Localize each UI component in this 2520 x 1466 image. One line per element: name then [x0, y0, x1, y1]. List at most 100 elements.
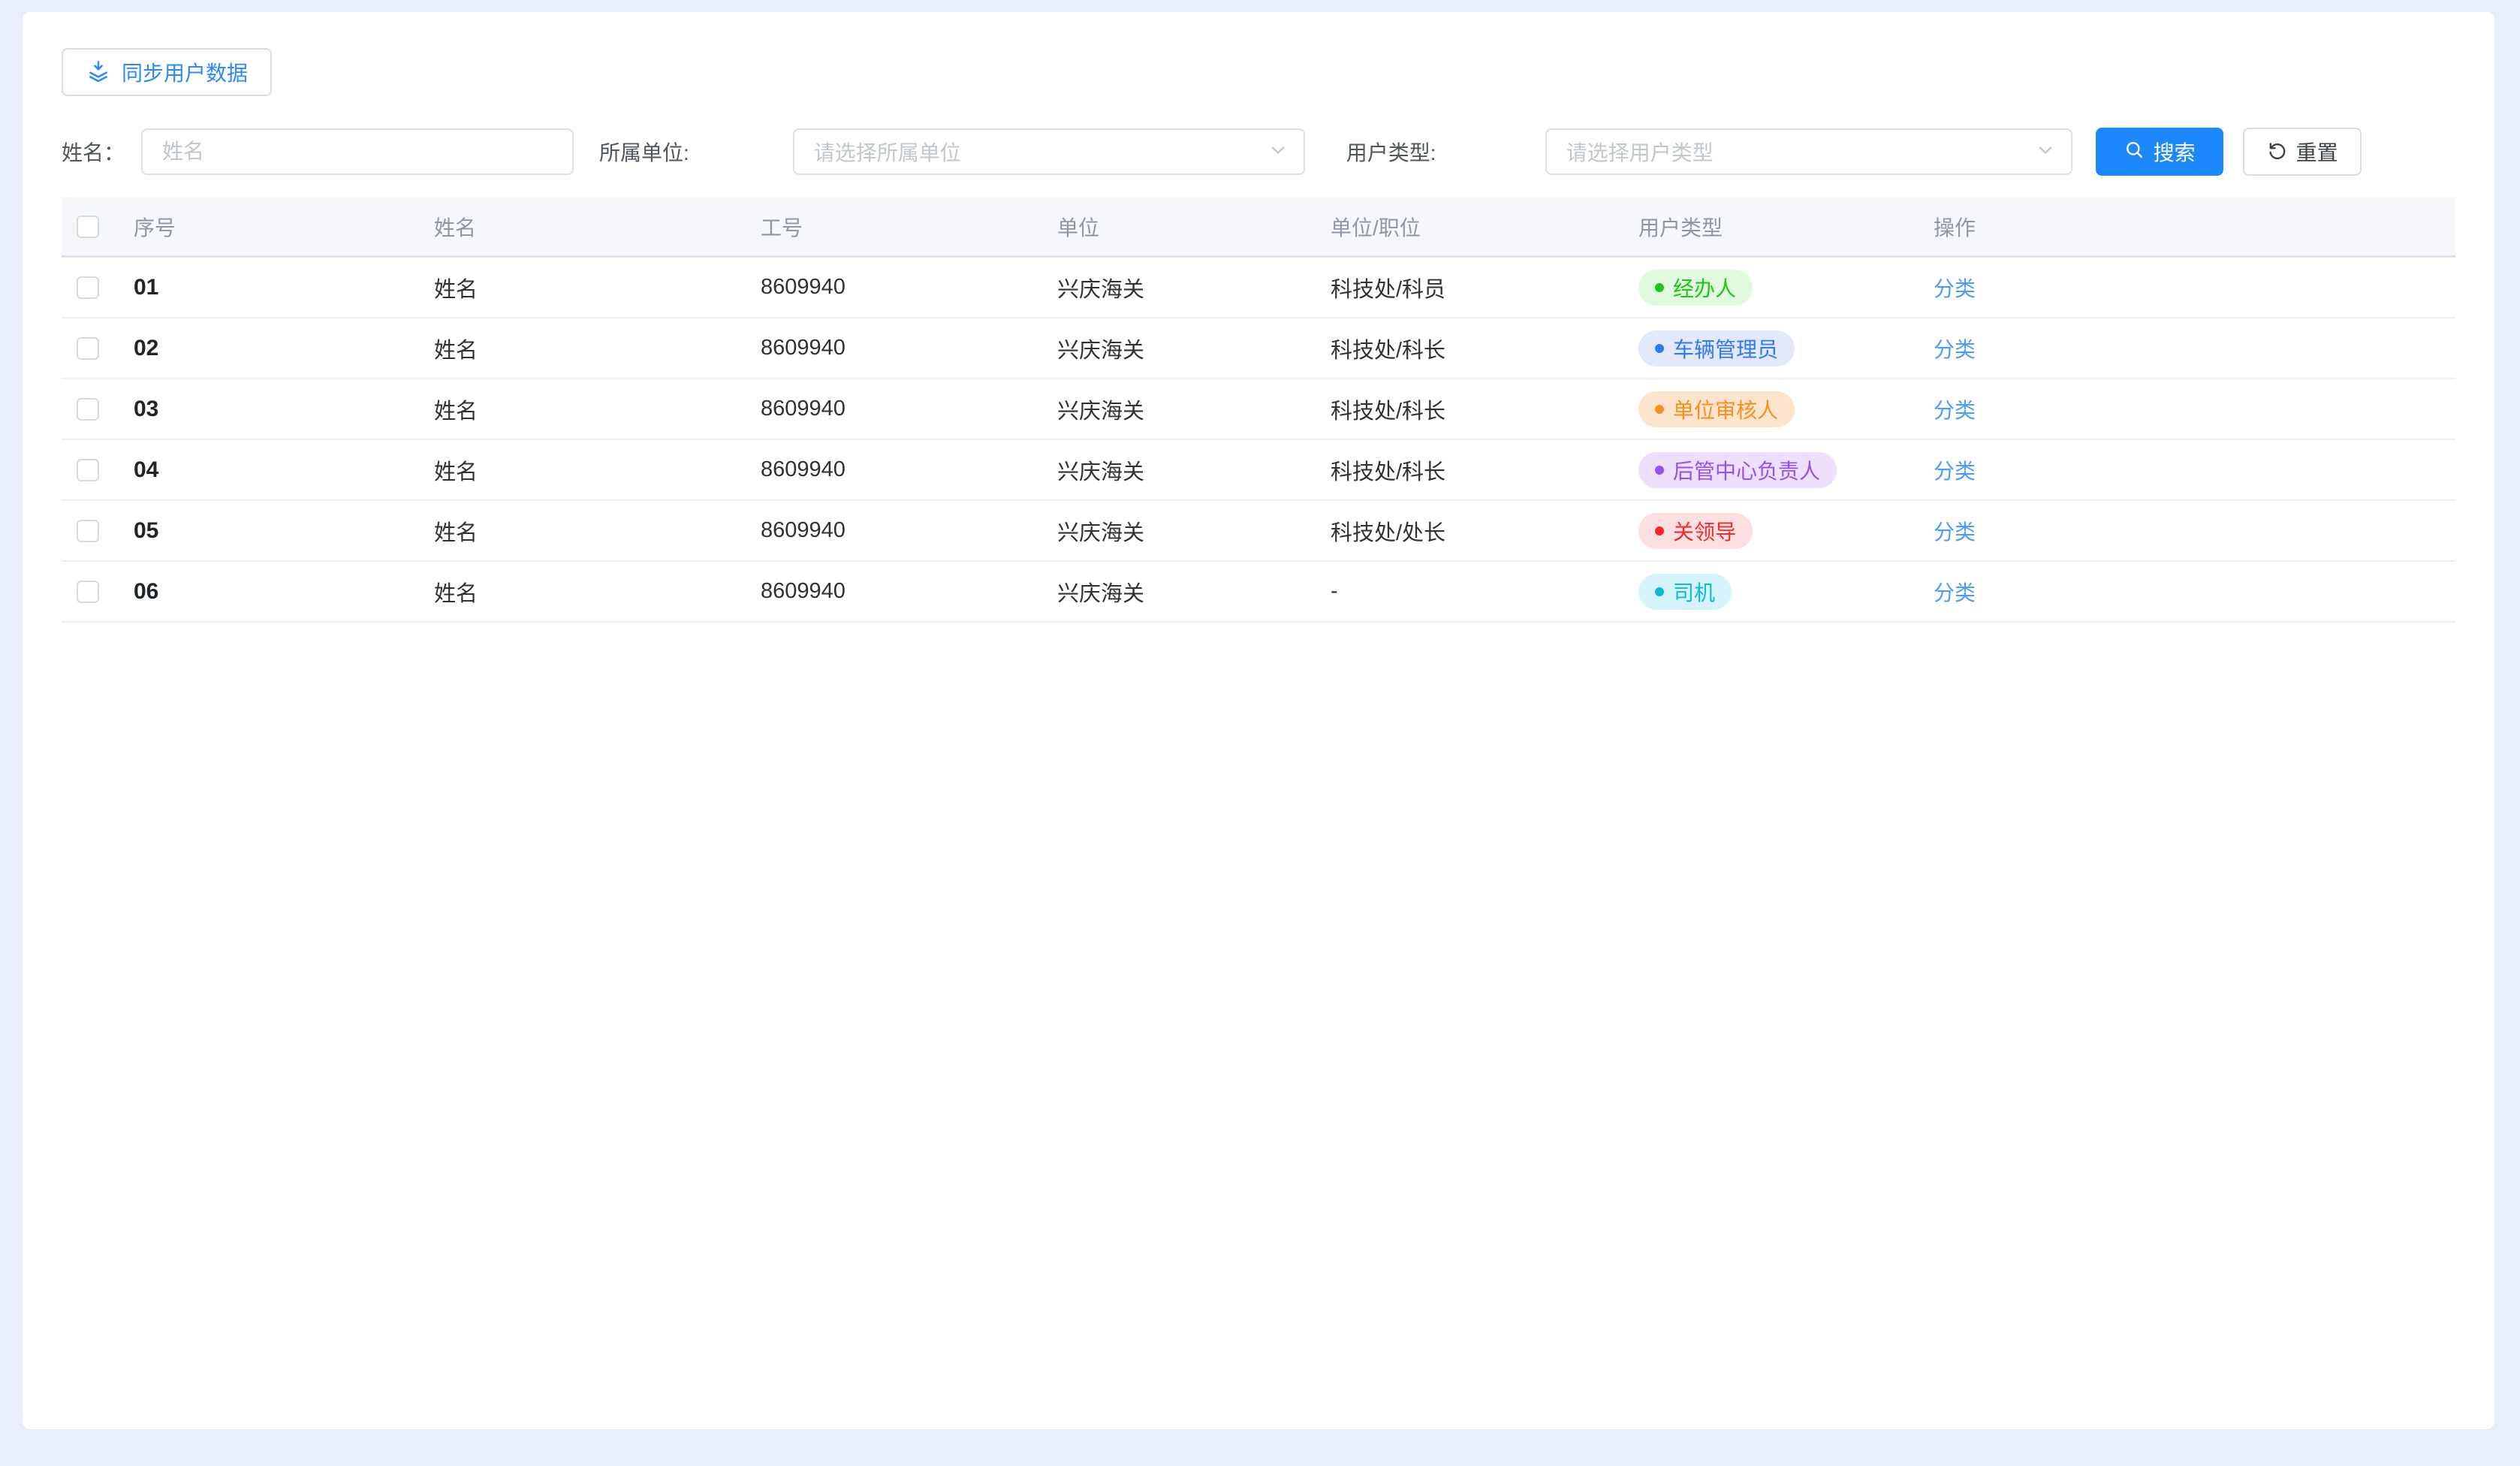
- row-usertype-cell: 单位审核人: [1638, 391, 1934, 427]
- select-all-checkbox[interactable]: [77, 216, 99, 238]
- user-type-badge: 关领导: [1638, 513, 1753, 549]
- table-row: 02 姓名 8609940 兴庆海关 科技处/科长 车辆管理员 分类: [62, 318, 2455, 379]
- row-checkbox[interactable]: [77, 520, 99, 542]
- search-button[interactable]: 搜索: [2096, 128, 2223, 176]
- row-usertype-cell: 后管中心负责人: [1638, 452, 1934, 488]
- row-position: -: [1331, 579, 1638, 604]
- users-table: 序号 姓名 工号 单位 单位/职位 用户类型 操作 01 姓名 8609940 …: [62, 198, 2455, 623]
- row-usertype-cell: 车辆管理员: [1638, 330, 1934, 366]
- table-header-row: 序号 姓名 工号 单位 单位/职位 用户类型 操作: [62, 198, 2455, 258]
- name-filter-input[interactable]: [141, 128, 574, 175]
- reset-button[interactable]: 重置: [2243, 128, 2362, 176]
- row-actions-cell: 分类: [1934, 394, 2455, 424]
- row-checkbox[interactable]: [77, 398, 99, 421]
- column-header-empno: 工号: [761, 212, 1057, 242]
- status-dot-icon: [1655, 405, 1664, 414]
- unit-select-placeholder: 请选择所属单位: [814, 137, 961, 167]
- search-icon: [2124, 139, 2145, 165]
- classify-link[interactable]: 分类: [1934, 460, 1976, 483]
- filter-bar: 姓名： 所属单位: 请选择所属单位 用户类型: 请选择用户类型: [62, 128, 2455, 176]
- classify-link[interactable]: 分类: [1934, 581, 1976, 605]
- row-name: 姓名: [434, 454, 761, 486]
- row-unit: 兴庆海关: [1057, 515, 1331, 547]
- unit-filter-select[interactable]: 请选择所属单位: [793, 128, 1305, 175]
- column-header-unit: 单位: [1057, 212, 1331, 242]
- user-type-badge: 后管中心负责人: [1638, 452, 1837, 488]
- column-header-usertype: 用户类型: [1638, 212, 1934, 242]
- user-type-badge: 单位审核人: [1638, 391, 1795, 427]
- row-unit: 兴庆海关: [1057, 454, 1331, 486]
- row-index: 05: [134, 518, 434, 544]
- row-empno: 8609940: [761, 457, 1057, 482]
- chevron-down-icon: [2035, 140, 2056, 164]
- reset-button-label: 重置: [2296, 137, 2338, 167]
- row-checkbox[interactable]: [77, 276, 99, 299]
- row-position: 科技处/科长: [1331, 454, 1638, 486]
- user-type-label: 经办人: [1673, 273, 1736, 303]
- row-usertype-cell: 经办人: [1638, 270, 1934, 306]
- classify-link[interactable]: 分类: [1934, 338, 1976, 361]
- name-filter-label: 姓名：: [62, 137, 125, 167]
- row-name: 姓名: [434, 272, 761, 303]
- row-checkbox-cell: [62, 581, 134, 603]
- status-dot-icon: [1655, 526, 1664, 535]
- classify-link[interactable]: 分类: [1934, 399, 1976, 422]
- row-index: 01: [134, 275, 434, 300]
- user-type-badge: 司机: [1638, 574, 1732, 610]
- classify-link[interactable]: 分类: [1934, 277, 1976, 300]
- type-filter-select[interactable]: 请选择用户类型: [1545, 128, 2072, 175]
- row-checkbox-cell: [62, 276, 134, 299]
- row-actions-cell: 分类: [1934, 333, 2455, 363]
- row-index: 06: [134, 579, 434, 605]
- user-type-label: 关领导: [1673, 516, 1736, 546]
- row-name: 姓名: [434, 515, 761, 547]
- table-row: 05 姓名 8609940 兴庆海关 科技处/处长 关领导 分类: [62, 501, 2455, 562]
- column-header-position: 单位/职位: [1331, 212, 1638, 242]
- row-position: 科技处/处长: [1331, 515, 1638, 547]
- sync-users-button[interactable]: 同步用户数据: [62, 48, 272, 96]
- sync-users-label: 同步用户数据: [122, 57, 248, 87]
- row-name: 姓名: [434, 576, 761, 608]
- row-actions-cell: 分类: [1934, 516, 2455, 546]
- row-empno: 8609940: [761, 579, 1057, 604]
- row-checkbox-cell: [62, 520, 134, 542]
- row-empno: 8609940: [761, 275, 1057, 300]
- row-unit: 兴庆海关: [1057, 333, 1331, 364]
- user-type-label: 车辆管理员: [1673, 333, 1778, 363]
- row-index: 03: [134, 397, 434, 422]
- row-actions-cell: 分类: [1934, 273, 2455, 303]
- row-actions-cell: 分类: [1934, 577, 2455, 607]
- table-body: 01 姓名 8609940 兴庆海关 科技处/科员 经办人 分类 02 姓名 8…: [62, 258, 2455, 623]
- type-select-placeholder: 请选择用户类型: [1566, 137, 1714, 167]
- row-usertype-cell: 司机: [1638, 574, 1934, 610]
- row-checkbox[interactable]: [77, 459, 99, 481]
- unit-filter-label: 所属单位:: [599, 137, 689, 167]
- row-unit: 兴庆海关: [1057, 394, 1331, 425]
- row-checkbox[interactable]: [77, 581, 99, 603]
- row-actions-cell: 分类: [1934, 455, 2455, 485]
- user-type-badge: 车辆管理员: [1638, 330, 1795, 366]
- table-row: 04 姓名 8609940 兴庆海关 科技处/科长 后管中心负责人 分类: [62, 440, 2455, 501]
- row-name: 姓名: [434, 394, 761, 425]
- table-row: 06 姓名 8609940 兴庆海关 - 司机 分类: [62, 562, 2455, 623]
- row-index: 04: [134, 457, 434, 483]
- user-type-badge: 经办人: [1638, 270, 1753, 306]
- status-dot-icon: [1655, 466, 1664, 475]
- row-unit: 兴庆海关: [1057, 576, 1331, 608]
- row-empno: 8609940: [761, 397, 1057, 421]
- row-checkbox[interactable]: [77, 337, 99, 360]
- status-dot-icon: [1655, 283, 1664, 292]
- row-empno: 8609940: [761, 518, 1057, 543]
- search-button-label: 搜索: [2154, 137, 2196, 167]
- row-index: 02: [134, 336, 434, 361]
- column-header-name: 姓名: [434, 212, 761, 242]
- status-dot-icon: [1655, 344, 1664, 353]
- refresh-left-icon: [2266, 139, 2287, 165]
- classify-link[interactable]: 分类: [1934, 520, 1976, 544]
- table-header-checkbox-cell: [62, 216, 134, 238]
- row-position: 科技处/科长: [1331, 333, 1638, 364]
- row-unit: 兴庆海关: [1057, 272, 1331, 303]
- table-row: 03 姓名 8609940 兴庆海关 科技处/科长 单位审核人 分类: [62, 379, 2455, 440]
- user-type-label: 单位审核人: [1673, 394, 1778, 424]
- row-name: 姓名: [434, 333, 761, 364]
